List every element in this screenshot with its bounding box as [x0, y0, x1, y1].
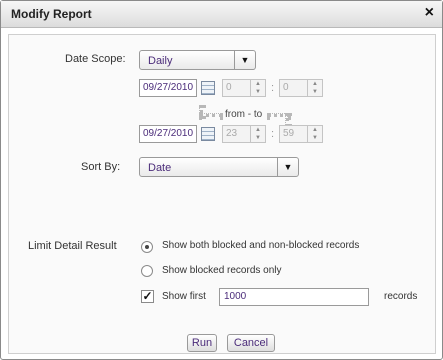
date-scope-value: Daily	[148, 55, 173, 67]
chevron-down-icon: ▼	[234, 51, 255, 69]
limit-detail-label: Limit Detail Result	[28, 240, 117, 252]
dialog-body: Date Scope: Daily ▼ 09/27/2010 0 ▲ ▼ : 0 …	[8, 34, 436, 354]
calendar-icon[interactable]	[201, 127, 215, 141]
sort-by-label: Sort By:	[81, 161, 121, 173]
stepper-arrows-icon: ▲ ▼	[250, 80, 265, 96]
from-minute-value: 0	[283, 82, 289, 93]
from-date-input[interactable]: 09/27/2010	[139, 79, 197, 97]
calendar-icon[interactable]	[201, 81, 215, 95]
records-label: records	[384, 291, 418, 302]
radio-blocked-only-label: Show blocked records only	[162, 265, 282, 276]
sort-by-select[interactable]: Date ▼	[139, 157, 299, 177]
time-separator: :	[271, 82, 275, 94]
stepper-arrows-icon: ▲ ▼	[250, 126, 265, 142]
to-date-input[interactable]: 09/27/2010	[139, 125, 197, 143]
date-scope-select[interactable]: Daily ▼	[139, 50, 256, 70]
show-first-input[interactable]: 1000	[219, 288, 369, 306]
radio-show-both-label: Show both blocked and non-blocked record…	[162, 240, 360, 251]
sort-by-value: Date	[148, 162, 172, 174]
to-minute-value: 59	[283, 128, 295, 139]
cancel-button[interactable]: Cancel	[227, 334, 275, 352]
time-separator: :	[271, 128, 275, 140]
show-first-checkbox[interactable]: ✓	[141, 290, 154, 303]
stepper-arrows-icon: ▲ ▼	[307, 80, 322, 96]
to-minute-stepper[interactable]: 59 ▲ ▼	[279, 125, 323, 143]
radio-show-both[interactable]	[141, 241, 153, 253]
from-hour-stepper[interactable]: 0 ▲ ▼	[222, 79, 266, 97]
from-hour-value: 0	[226, 82, 232, 93]
chevron-down-icon: ▼	[277, 158, 298, 176]
to-hour-stepper[interactable]: 23 ▲ ▼	[222, 125, 266, 143]
connector-line	[199, 113, 223, 117]
run-button[interactable]: Run	[187, 334, 217, 352]
dialog-title: Modify Report	[11, 7, 92, 21]
close-icon[interactable]: ×	[425, 4, 434, 22]
stepper-arrows-icon: ▲ ▼	[307, 126, 322, 142]
title-bar: Modify Report ×	[1, 1, 442, 28]
radio-blocked-only[interactable]	[141, 265, 153, 277]
date-scope-label: Date Scope:	[65, 53, 126, 65]
modify-report-dialog: Modify Report × Date Scope: Daily ▼ 09/2…	[0, 0, 443, 360]
from-minute-stepper[interactable]: 0 ▲ ▼	[279, 79, 323, 97]
from-to-label: from - to	[225, 109, 263, 120]
to-hour-value: 23	[226, 128, 238, 139]
show-first-label: Show first	[162, 291, 206, 302]
